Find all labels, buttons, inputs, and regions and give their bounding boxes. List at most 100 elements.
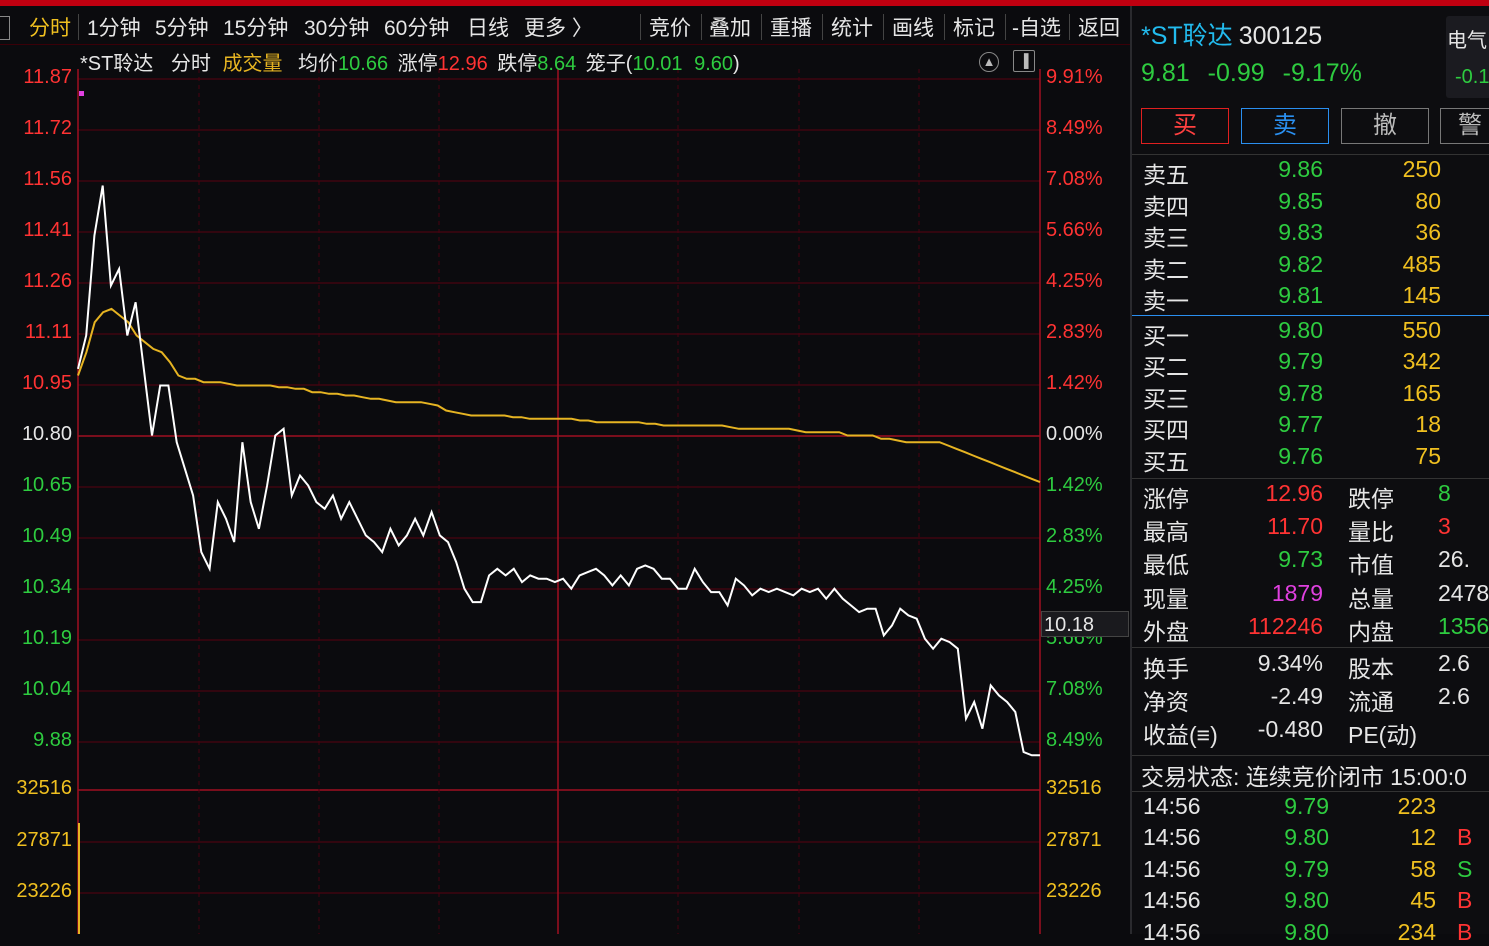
fundamental-label: 流通 (1348, 689, 1394, 715)
ask-volume: 80 (1415, 188, 1441, 214)
fundamental-label: 股本 (1348, 656, 1394, 682)
panel-toggle-icon[interactable]: ▐ (1013, 50, 1035, 72)
trade-status: 交易状态: 连续竞价闭市 15:00:0 (1141, 764, 1467, 790)
stat-value: 9.73 (1278, 546, 1323, 572)
price-tick: 10.49 (21, 525, 72, 547)
volume-tick: 32516 (16, 777, 72, 799)
fundamental-value: -2.49 (1270, 683, 1323, 709)
price-tick: 10.95 (21, 372, 72, 394)
ask-level-label: 卖五 (1143, 162, 1189, 188)
cancel-order-button[interactable]: 撤 (1341, 108, 1429, 144)
price-tick: 11.11 (24, 321, 72, 343)
chart-info-line: *ST聆达 分时 成交量 均价10.66 涨停12.96 跌停8.64 笼子(1… (80, 47, 740, 76)
chart-stock-name: *ST聆达 (80, 53, 154, 75)
open-marker (79, 91, 84, 96)
stock-name: *ST聆达 (1141, 22, 1233, 50)
stat-label: 最低 (1143, 552, 1189, 578)
avg-label: 均价 (298, 53, 339, 75)
last-price: 9.81 (1141, 59, 1190, 87)
bid-volume: 165 (1402, 380, 1441, 406)
bid-level-label: 买一 (1143, 323, 1189, 349)
ask-volume: 485 (1402, 251, 1441, 277)
ask-volume: 250 (1402, 156, 1441, 182)
price-tick: 9.88 (33, 729, 72, 751)
fundamental-value: 9.34% (1257, 650, 1323, 676)
stat-value: 1356 (1438, 613, 1489, 639)
ask-level-label: 卖四 (1143, 194, 1189, 220)
percent-tick: 1.42% (1046, 372, 1103, 394)
tick-volume: 45 (1410, 887, 1436, 913)
buy-button[interactable]: 买 (1141, 108, 1229, 144)
bid-price: 9.76 (1278, 443, 1323, 469)
price-tick: 10.19 (21, 627, 72, 649)
bid-level-label: 买三 (1143, 386, 1189, 412)
bid-level-label: 买二 (1143, 354, 1189, 380)
ask-volume: 36 (1415, 219, 1441, 245)
bid-volume: 342 (1402, 348, 1441, 374)
stat-value: 12.96 (1265, 480, 1323, 506)
tick-price: 9.79 (1284, 793, 1329, 819)
stat-value: 112246 (1247, 613, 1323, 639)
sector-change: -0.1 (1455, 66, 1489, 88)
bid-ask-divider (1132, 315, 1347, 316)
limit-down-label: 跌停 (497, 53, 538, 75)
bid-price: 9.78 (1278, 380, 1323, 406)
tick-side: B (1457, 919, 1473, 945)
divider (1132, 154, 1489, 155)
intraday-chart[interactable] (0, 0, 1130, 934)
divider (1132, 478, 1489, 479)
tick-side: B (1457, 824, 1473, 850)
tick-side: S (1457, 856, 1473, 882)
percent-tick: 4.25% (1046, 576, 1103, 598)
percent-tick: 8.49% (1046, 117, 1103, 139)
volume-tick: 27871 (1046, 829, 1102, 851)
bid-price: 9.80 (1278, 317, 1323, 343)
cage-label: 笼子( (585, 53, 633, 75)
ask-price: 9.82 (1278, 251, 1323, 277)
tick-price: 9.80 (1284, 919, 1329, 945)
ask-level-label: 卖三 (1143, 225, 1189, 251)
scroll-up-icon[interactable]: ▲ (979, 52, 999, 72)
chart-grid (77, 69, 1041, 934)
volume-tick: 23226 (1046, 880, 1102, 902)
price-tick: 11.41 (23, 219, 72, 241)
volume-tick: 27871 (16, 829, 72, 851)
tick-time: 14:56 (1143, 919, 1201, 945)
volume-indicator-label[interactable]: 成交量 (222, 53, 282, 75)
sector-name: 电气 (1447, 30, 1487, 52)
tick-time: 14:56 (1143, 824, 1201, 850)
percent-tick: 4.25% (1046, 270, 1103, 292)
stat-value: 8 (1438, 480, 1451, 506)
stat-label: 现量 (1143, 586, 1189, 612)
percent-tick: 9.91% (1046, 66, 1103, 88)
percent-tick: 1.42% (1046, 474, 1103, 496)
percent-tick: 2.83% (1046, 525, 1103, 547)
fundamental-label: 收益(≡) (1143, 722, 1218, 748)
bid-volume: 550 (1402, 317, 1441, 343)
stat-label: 量比 (1348, 519, 1394, 545)
stock-title: *ST聆达 300125 (1141, 16, 1322, 52)
fundamental-label: 换手 (1143, 656, 1189, 682)
stock-code: 300125 (1238, 22, 1323, 50)
stat-label: 外盘 (1143, 619, 1189, 645)
divider (1132, 647, 1489, 648)
sell-button[interactable]: 卖 (1241, 108, 1329, 144)
fundamental-label: 净资 (1143, 689, 1189, 715)
avg-value: 10.66 (338, 53, 389, 75)
ask-level-label: 卖二 (1143, 257, 1189, 283)
cage-value-2: 9.60 (694, 53, 734, 75)
price-line (77, 185, 1040, 757)
ask-level-label: 卖一 (1143, 288, 1189, 314)
fundamental-value: -0.480 (1257, 716, 1323, 742)
fundamental-value: 2.6 (1438, 650, 1470, 676)
bid-level-label: 买四 (1143, 417, 1189, 443)
stat-label: 总量 (1348, 586, 1394, 612)
tick-price: 9.80 (1284, 887, 1329, 913)
tick-volume: 12 (1410, 824, 1436, 850)
alert-button[interactable]: 警 (1440, 108, 1489, 144)
ask-price: 9.86 (1278, 156, 1323, 182)
price-tick: 10.04 (21, 678, 72, 700)
price-tick: 11.72 (23, 117, 72, 139)
fundamental-label: PE(动) (1348, 722, 1417, 748)
chart-mode: 分时 (170, 53, 211, 75)
